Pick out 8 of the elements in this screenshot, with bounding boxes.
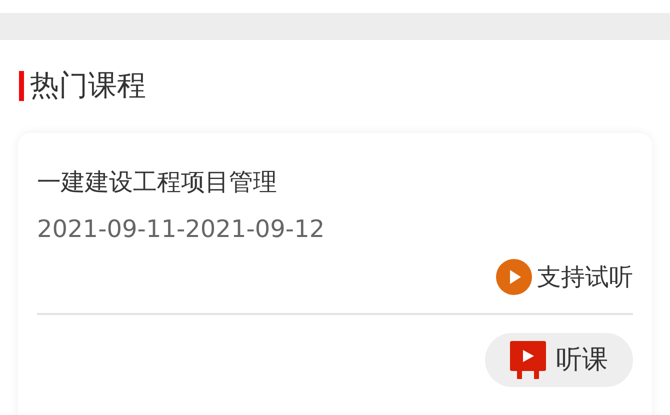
course-title: 一建建设工程项目管理	[37, 167, 278, 198]
video-board-icon	[510, 341, 546, 379]
section-title: 热门课程	[30, 67, 146, 104]
accent-bar	[19, 71, 24, 101]
course-dates: 2021-09-11-2021-09-12	[37, 214, 326, 245]
listen-button[interactable]: 听课	[485, 333, 633, 387]
play-icon	[496, 259, 532, 295]
trial-label: 支持试听	[537, 262, 633, 293]
